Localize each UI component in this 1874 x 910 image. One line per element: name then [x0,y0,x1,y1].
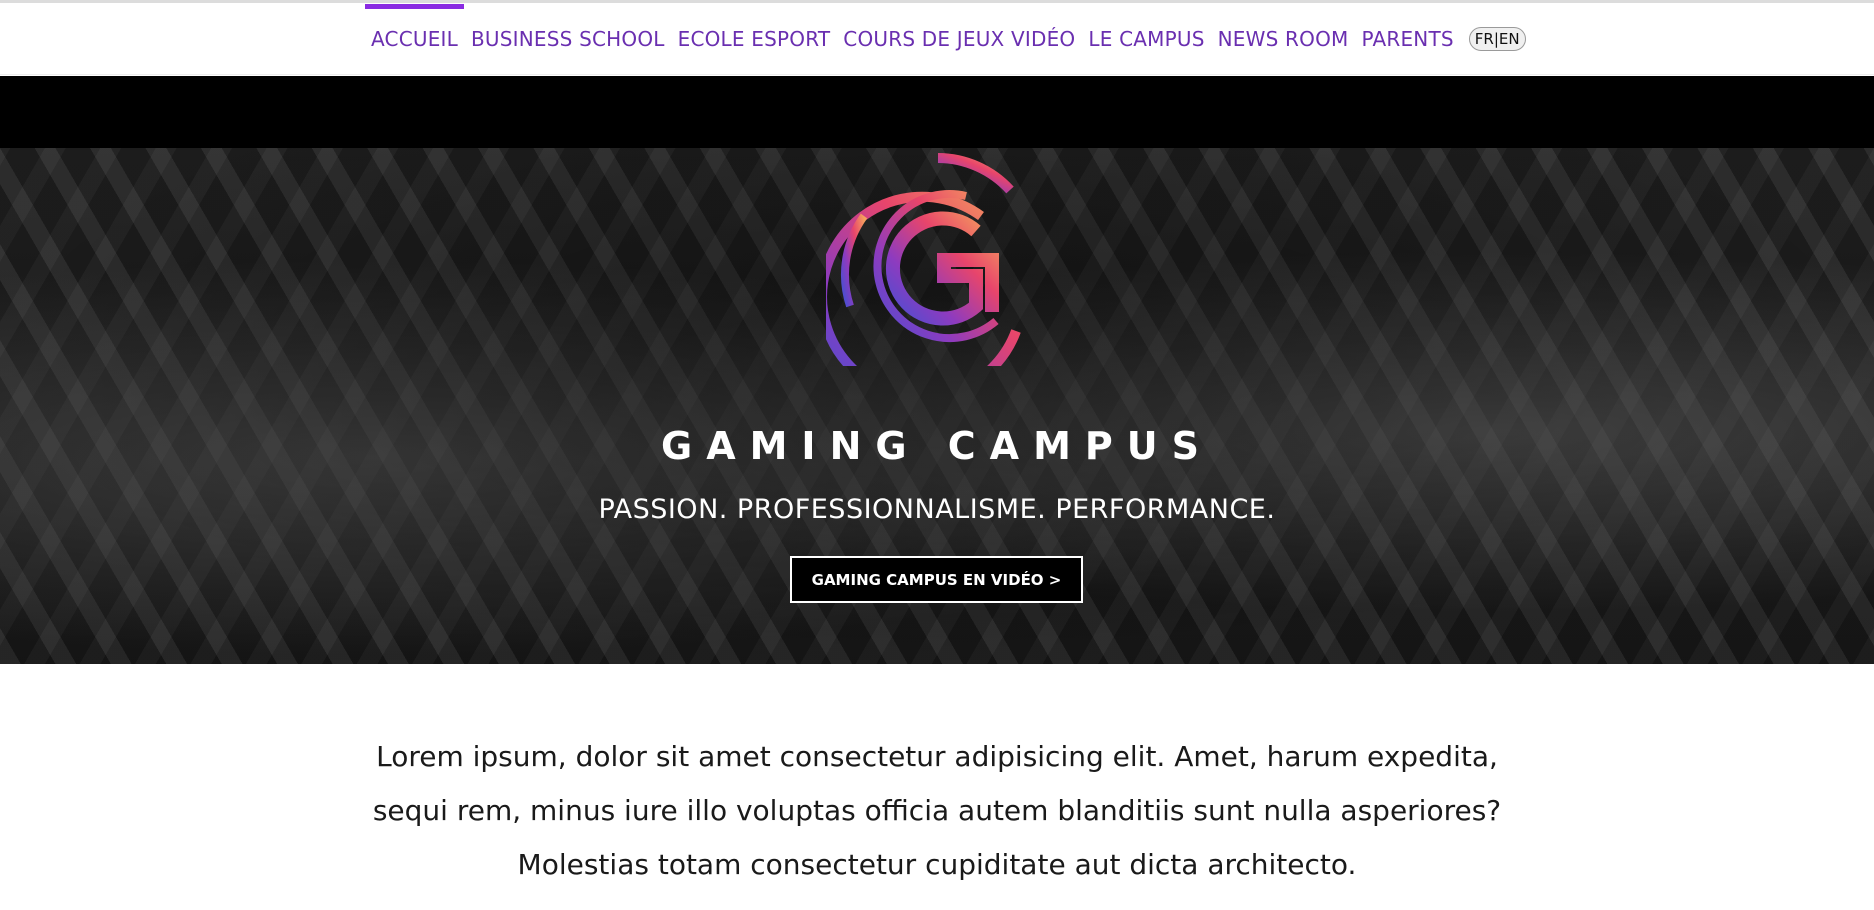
watch-video-button[interactable]: GAMING CAMPUS EN VIDÉO > [790,556,1083,603]
hero-tagline: PASSION. PROFESSIONNALISME. PERFORMANCE. [598,494,1276,525]
intro-paragraph: Lorem ipsum, dolor sit amet consectetur … [372,740,1502,881]
nav-items: ACCUEIL BUSINESS SCHOOL ECOLE ESPORT COU… [365,3,1526,75]
nav-item-cours-jeux-video[interactable]: COURS DE JEUX VIDÉO [837,27,1081,51]
nav-item-accueil[interactable]: ACCUEIL [365,4,464,51]
nav-item-news-room[interactable]: NEWS ROOM [1212,27,1355,51]
nav-item-parents[interactable]: PARENTS [1356,27,1460,51]
language-toggle-button[interactable]: FR|EN [1468,27,1526,51]
nav-item-business-school[interactable]: BUSINESS SCHOOL [465,27,671,51]
gaming-campus-logo-icon [826,153,1021,366]
nav-item-le-campus[interactable]: LE CAMPUS [1082,27,1210,51]
hero-banner: GAMING CAMPUS PASSION. PROFESSIONNALISME… [0,76,1874,664]
nav-item-ecole-esport[interactable]: ECOLE ESPORT [672,27,837,51]
main-nav: ACCUEIL BUSINESS SCHOOL ECOLE ESPORT COU… [0,3,1874,75]
brand-name: GAMING CAMPUS [661,424,1213,468]
